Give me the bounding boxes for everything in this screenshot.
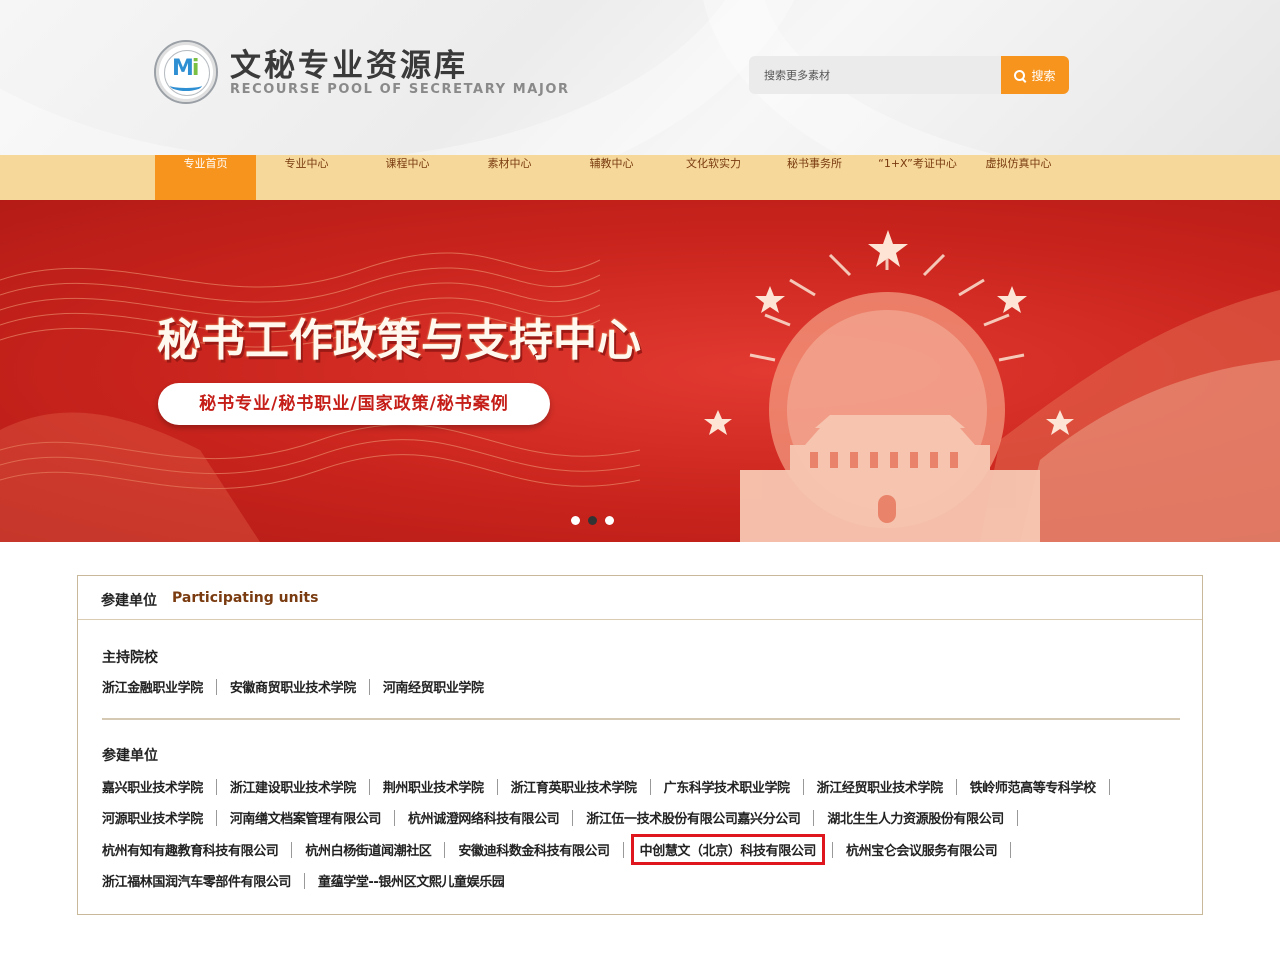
member-unit-link[interactable]: 浙江育英职业技术学院 [511, 777, 637, 796]
member-unit-link[interactable]: 浙江福林国润汽车零部件有限公司 [102, 871, 291, 890]
separator [649, 778, 651, 795]
nav-item-secretary-office[interactable]: 秘书事务所 [764, 155, 865, 200]
hero-banner[interactable]: 秘书工作政策与支持中心 秘书专业/秘书职业/国家政策/秘书案例 [0, 200, 1280, 542]
nav-item-virtual-sim-center[interactable]: 虚拟仿真中心 [968, 155, 1069, 200]
banner-title: 秘书工作政策与支持中心 [157, 315, 641, 366]
brand-title[interactable]: 文秘专业资源库 [230, 40, 468, 85]
banner-subtitle-pill: 秘书专业/秘书职业/国家政策/秘书案例 [158, 383, 550, 425]
site-header: Mi 文秘专业资源库 RECOURSE POOL OF SECRETARY MA… [0, 0, 1280, 155]
member-units-row: 杭州有知有趣教育科技有限公司 杭州白杨街道闻潮社区 安徽迪科数金科技有限公司 中… [102, 834, 1024, 865]
member-units-title: 参建单位 [102, 748, 158, 764]
member-unit-link[interactable]: 杭州诚澄网络科技有限公司 [408, 808, 560, 827]
separator [496, 778, 498, 795]
member-unit-link[interactable]: 杭州宝仑会议服务有限公司 [846, 840, 998, 859]
member-unit-link[interactable]: 河源职业技术学院 [102, 808, 203, 827]
search-box [749, 56, 1001, 94]
carousel-dot-1[interactable] [571, 516, 580, 525]
nav-item-course-center[interactable]: 课程中心 [357, 155, 458, 200]
member-unit-link[interactable]: 湖北生生人力资源股份有限公司 [827, 808, 1004, 827]
separator [304, 872, 306, 889]
search-input[interactable] [749, 56, 994, 94]
banner-illustration [0, 230, 1280, 542]
member-unit-link[interactable]: 杭州白杨街道闻潮社区 [305, 840, 431, 859]
host-school-link[interactable]: 河南经贸职业学院 [383, 677, 484, 696]
separator [291, 841, 293, 858]
separator [802, 778, 804, 795]
nav-item-culture[interactable]: 文化软实力 [663, 155, 764, 200]
separator [955, 778, 957, 795]
separator [572, 809, 574, 826]
separator [444, 841, 446, 858]
member-units-row: 河源职业技术学院 河南缮文档案管理有限公司 杭州诚澄网络科技有限公司 浙江伍一技… [102, 808, 1031, 827]
brand-subtitle: RECOURSE POOL OF SECRETARY MAJOR [230, 82, 570, 97]
section-divider [102, 718, 1180, 720]
nav-item-teaching-aid-center[interactable]: 辅教中心 [561, 155, 662, 200]
carousel-dot-2[interactable] [588, 516, 597, 525]
host-school-link[interactable]: 安徽商贸职业技术学院 [230, 677, 356, 696]
separator [215, 778, 217, 795]
member-unit-link[interactable]: 浙江建设职业技术学院 [230, 777, 356, 796]
nav-item-major-center[interactable]: 专业中心 [256, 155, 357, 200]
separator [1108, 778, 1110, 795]
panel-header: 参建单位 Participating units [78, 576, 1202, 620]
panel-heading-en: Participating units [172, 590, 319, 606]
separator [215, 678, 217, 695]
participating-units-panel: 参建单位 Participating units 主持院校 浙江金融职业学院 安… [77, 575, 1203, 915]
member-unit-link[interactable]: 浙江伍一技术股份有限公司嘉兴分公司 [586, 808, 801, 827]
host-school-link[interactable]: 浙江金融职业学院 [102, 677, 203, 696]
separator [215, 809, 217, 826]
separator [368, 678, 370, 695]
logo-icon[interactable]: Mi [154, 40, 218, 104]
nav-item-home[interactable]: 专业首页 [155, 155, 256, 200]
host-schools-list: 浙江金融职业学院 安徽商贸职业技术学院 河南经贸职业学院 [102, 677, 484, 696]
member-unit-link-highlighted[interactable]: 中创慧文（北京）科技有限公司 [630, 834, 826, 865]
member-unit-link[interactable]: 广东科学技术职业学院 [664, 777, 790, 796]
separator [368, 778, 370, 795]
separator [622, 841, 624, 858]
member-unit-link[interactable]: 童蕴学堂--银州区文熙儿童娱乐园 [318, 871, 505, 890]
separator [1010, 841, 1012, 858]
host-schools-title: 主持院校 [102, 650, 158, 666]
search-button-label: 搜索 [1031, 68, 1056, 83]
search-icon [1014, 69, 1026, 81]
member-units-row: 浙江福林国润汽车零部件有限公司 童蕴学堂--银州区文熙儿童娱乐园 [102, 871, 505, 890]
member-unit-link[interactable]: 安徽迪科数金科技有限公司 [458, 840, 610, 859]
carousel-dots [571, 516, 614, 526]
separator [813, 809, 815, 826]
main-nav: 专业首页 专业中心 课程中心 素材中心 辅教中心 文化软实力 秘书事务所 “1+… [0, 155, 1280, 200]
member-units-row: 嘉兴职业技术学院 浙江建设职业技术学院 荆州职业技术学院 浙江育英职业技术学院 … [102, 777, 1123, 796]
separator [394, 809, 396, 826]
member-unit-link[interactable]: 浙江经贸职业技术学院 [817, 777, 943, 796]
panel-heading-cn: 参建单位 [101, 593, 157, 609]
member-unit-link[interactable]: 河南缮文档案管理有限公司 [230, 808, 382, 827]
nav-item-certificate-center[interactable]: “1+X”考证中心 [867, 155, 968, 200]
nav-item-material-center[interactable]: 素材中心 [459, 155, 560, 200]
member-unit-link[interactable]: 嘉兴职业技术学院 [102, 777, 203, 796]
carousel-dot-3[interactable] [605, 516, 614, 525]
member-unit-link[interactable]: 荆州职业技术学院 [383, 777, 484, 796]
separator [832, 841, 834, 858]
member-unit-link[interactable]: 铁岭师范高等专科学校 [970, 777, 1096, 796]
member-unit-link[interactable]: 杭州有知有趣教育科技有限公司 [102, 840, 279, 859]
separator [1016, 809, 1018, 826]
search-button[interactable]: 搜索 [1001, 56, 1069, 94]
